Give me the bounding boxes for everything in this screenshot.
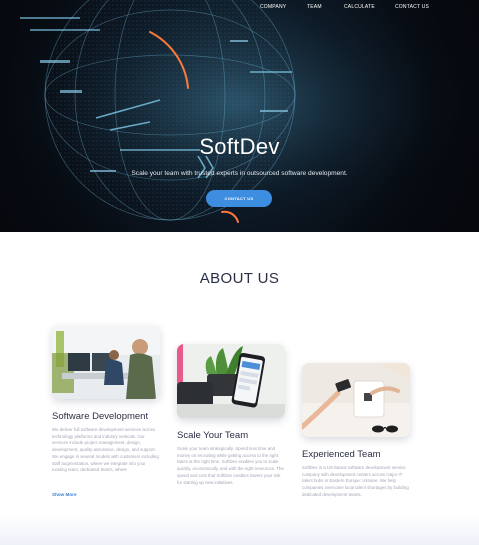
- nav-link-company[interactable]: COMPANY: [260, 4, 286, 10]
- experienced-team-image: [302, 363, 410, 437]
- card-title-software-development: Software Development: [52, 411, 149, 422]
- office-workers-illustration: [52, 325, 160, 399]
- nav-link-contact-us[interactable]: CONTACT US: [395, 4, 429, 10]
- card-text-experienced-team: SoftDev is a US-based software developme…: [302, 465, 409, 497]
- show-more-link[interactable]: Show More: [52, 492, 77, 497]
- section-bottom-fade: [0, 516, 479, 545]
- nav-link-calculate[interactable]: CALCULATE: [344, 4, 375, 10]
- brand-title: SoftDev: [199, 134, 280, 159]
- smartphone-and-speaker-illustration: [177, 344, 285, 418]
- hero-banner: COMPANY TEAM CALCULATE CONTACT US SoftDe…: [0, 0, 479, 232]
- software-development-image: [52, 325, 160, 399]
- payment-hands-illustration: [302, 363, 410, 437]
- nav-link-team[interactable]: TEAM: [307, 4, 322, 10]
- card-title-scale-your-team: Scale Your Team: [177, 430, 249, 441]
- card-text-software-development: We deliver full software development ser…: [52, 427, 159, 473]
- card-title-experienced-team: Experienced Team: [302, 449, 381, 460]
- contact-us-button[interactable]: CONTACT US: [206, 190, 272, 207]
- hero-tagline: Scale your team with trusted experts in …: [131, 170, 348, 177]
- card-text-scale-your-team: Scale your team strategically. Spend les…: [177, 446, 284, 485]
- scale-your-team-image: [177, 344, 285, 418]
- about-us-heading: ABOUT US: [199, 270, 280, 287]
